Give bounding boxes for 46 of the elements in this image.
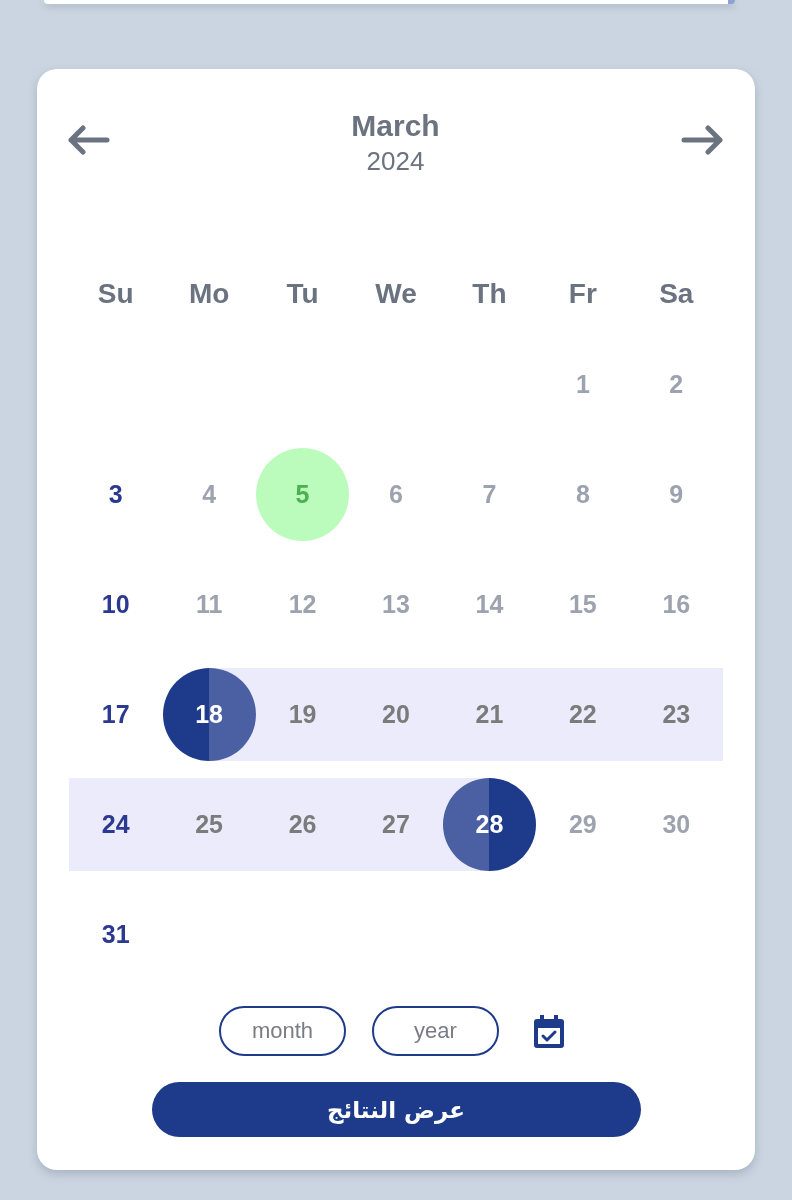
calendar-day[interactable]: 10 (69, 558, 163, 651)
calendar-day[interactable]: 16 (629, 558, 723, 651)
calendar-day[interactable]: 25 (162, 778, 256, 871)
calendar-day[interactable]: 8 (536, 448, 630, 541)
weekday-label: Sa (659, 277, 694, 311)
calendar-day[interactable]: 24 (69, 778, 163, 871)
calendar-day[interactable]: 31 (69, 888, 163, 981)
calendar-day[interactable]: 23 (629, 668, 723, 761)
show-results-button[interactable]: عرض النتائج (151, 1082, 641, 1137)
weekday-label: Mo (188, 277, 230, 311)
weekday-label: Tu (286, 277, 319, 311)
calendar-day[interactable]: 28 (442, 778, 537, 871)
calendar-day[interactable]: 17 (69, 668, 163, 761)
calendar-day[interactable]: 2 (629, 338, 723, 431)
left-arrow-icon[interactable] (68, 125, 110, 155)
calendar-day[interactable]: 9 (629, 448, 723, 541)
calendar-day[interactable]: 6 (349, 448, 443, 541)
right-arrow-icon[interactable] (681, 125, 723, 155)
month-field[interactable]: month (219, 1006, 346, 1056)
calendar-day[interactable]: 15 (536, 558, 630, 651)
weekday-label: Su (97, 277, 134, 311)
calendar-day[interactable]: 1 (536, 338, 630, 431)
calendar-day[interactable]: 20 (349, 668, 443, 761)
calendar-day[interactable]: 7 (442, 448, 537, 541)
calendar-day[interactable]: 26 (255, 778, 350, 871)
calendar-day[interactable]: 3 (69, 448, 163, 541)
calendar-day[interactable]: 13 (349, 558, 443, 651)
weekday-label: Fr (568, 277, 597, 311)
calendar-day[interactable]: 27 (349, 778, 443, 871)
year-field[interactable]: year (372, 1006, 499, 1056)
calendar-day[interactable]: 14 (442, 558, 537, 651)
year-title: 2024 (365, 145, 426, 178)
calendar-day[interactable]: 21 (442, 668, 537, 761)
calendar-day[interactable]: 18 (162, 668, 256, 761)
calendar-day[interactable]: 4 (162, 448, 256, 541)
calendar-day[interactable]: 11 (162, 558, 256, 651)
calendar-day[interactable]: 30 (629, 778, 723, 871)
calendar-day[interactable]: 19 (255, 668, 350, 761)
calendar-day[interactable]: 12 (255, 558, 350, 651)
weekday-label: Th (472, 277, 507, 311)
calendar-day[interactable]: 29 (536, 778, 630, 871)
calendar-day[interactable]: 22 (536, 668, 630, 761)
month-title: March (351, 109, 440, 143)
calendar-day[interactable]: 5 (255, 448, 350, 541)
weekday-label: We (375, 277, 417, 311)
calendar-check-icon[interactable] (534, 1014, 564, 1048)
